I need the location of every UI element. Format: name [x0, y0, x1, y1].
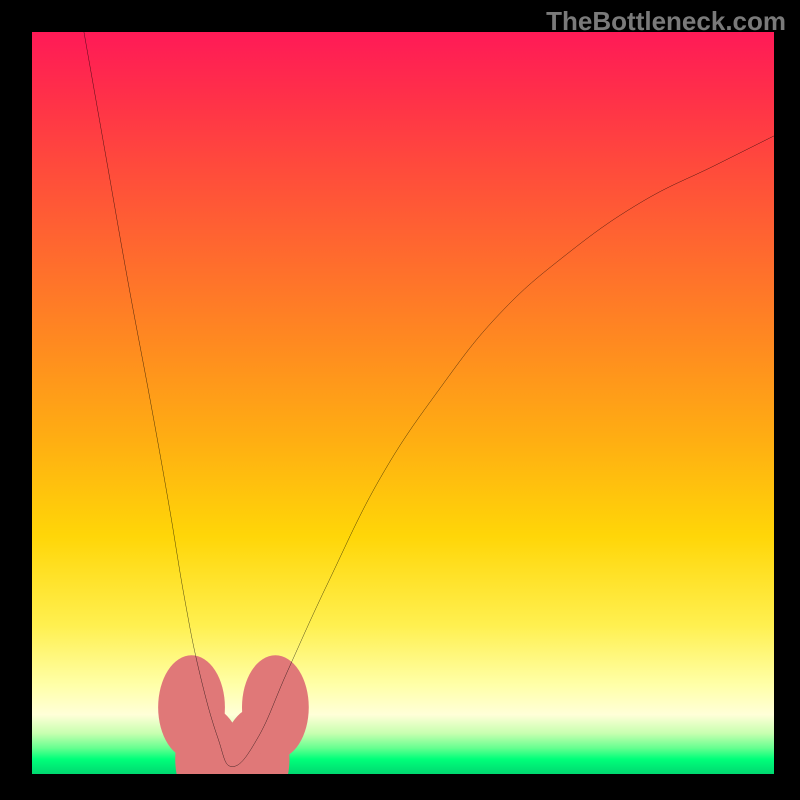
markers-group: [158, 655, 309, 774]
marker-right-upper: [242, 655, 309, 759]
chart-svg: [32, 32, 774, 774]
plot-area: [32, 32, 774, 774]
chart-frame: TheBottleneck.com: [0, 0, 800, 800]
